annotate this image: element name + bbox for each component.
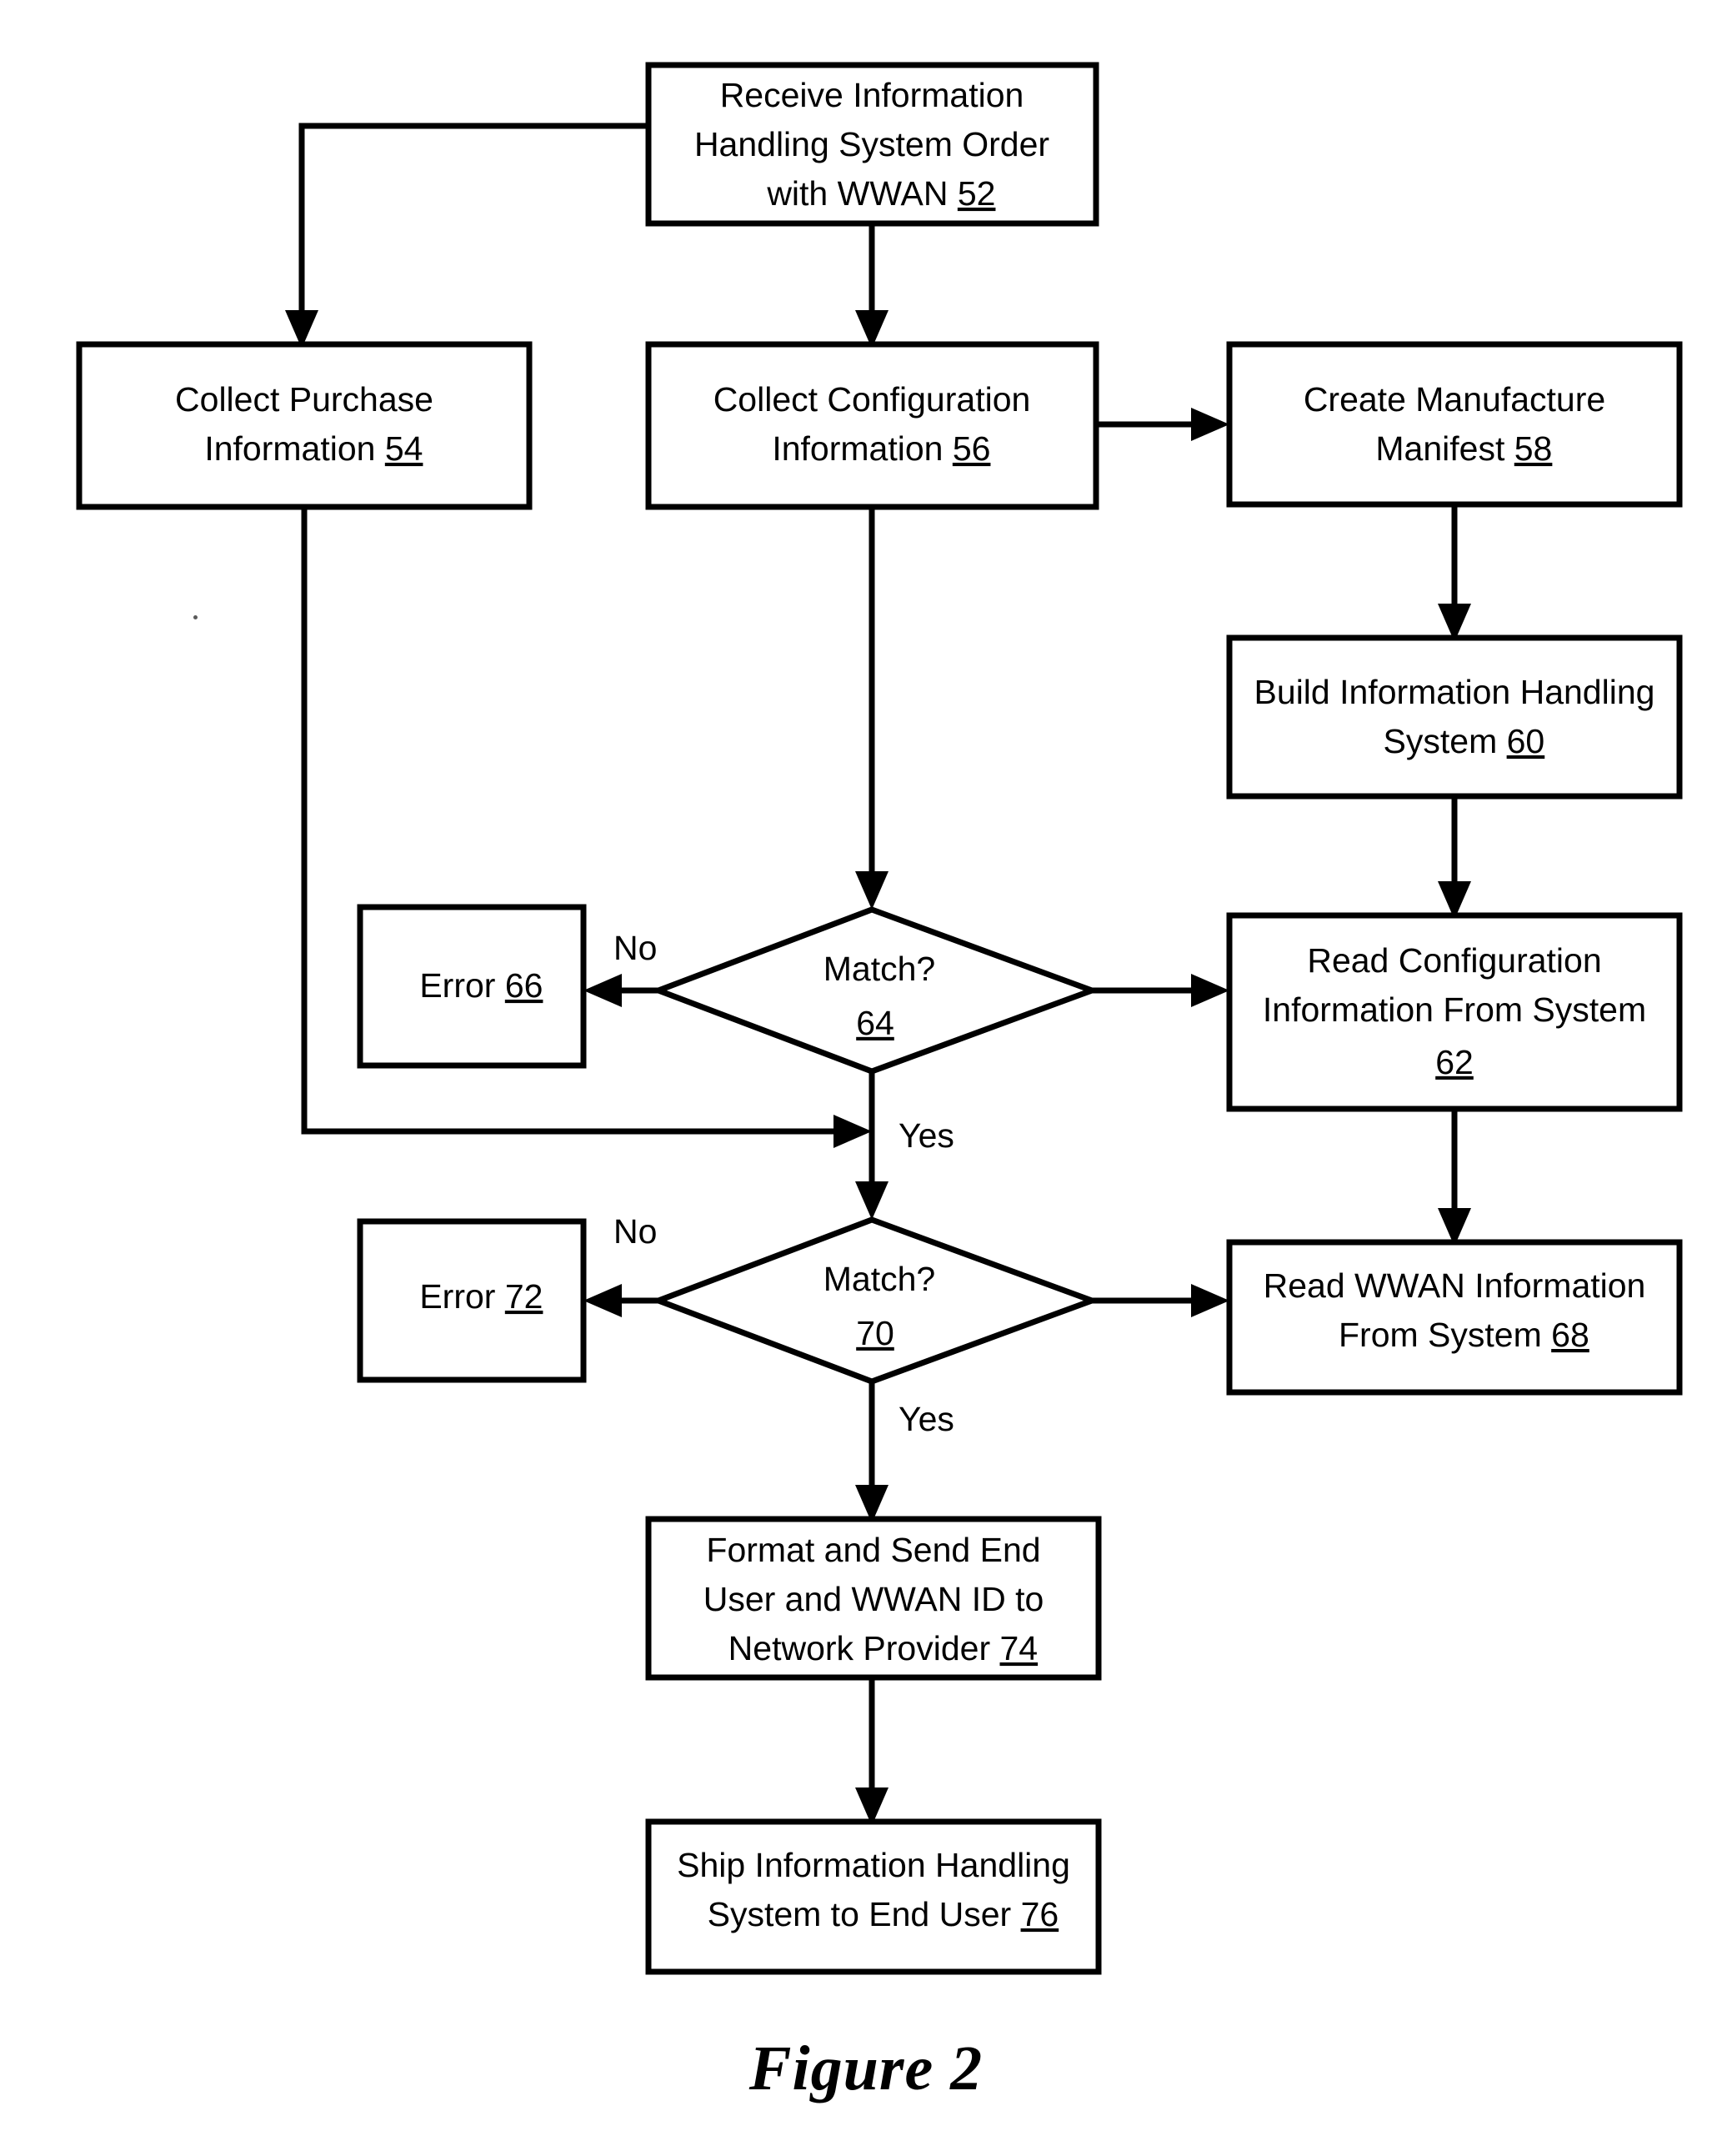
node-62-line2: Information From System (1263, 990, 1646, 1029)
node-70-ref: 70 (856, 1314, 894, 1352)
figure-canvas: Receive Information Handling System Orde… (0, 0, 1732, 2156)
node-54-line2: Information 54 (119, 429, 489, 468)
edge-70-to-68-arrowhead (1191, 1284, 1229, 1317)
node-68-ref: 68 (1551, 1316, 1589, 1354)
node-56-line1: Collect Configuration (713, 380, 1031, 419)
edge-56-to-64-arrowhead (855, 871, 889, 910)
node-ship-system-76[interactable]: Ship Information Handling System to End … (622, 1818, 1125, 1975)
node-76-line2: System to End User 76 (622, 1895, 1125, 1933)
scan-artifact-speck (193, 615, 198, 619)
node-74-line2: User and WWAN ID to (703, 1580, 1044, 1618)
node-60-line1: Build Information Handling (1254, 673, 1655, 711)
node-60-ref: 60 (1507, 722, 1545, 760)
node-format-send-74[interactable]: Format and Send End User and WWAN ID to … (643, 1516, 1104, 1681)
node-58-ref: 58 (1514, 429, 1553, 468)
node-create-manufacture-manifest-58[interactable]: Create Manufacture Manifest 58 (1226, 341, 1683, 508)
node-58-line2-text: Manifest (1375, 429, 1514, 468)
node-62-ref: 62 (1435, 1043, 1474, 1081)
edge-label-no-64: No (613, 929, 657, 967)
node-68-line2: From System 68 (1253, 1316, 1655, 1354)
node-build-system-60[interactable]: Build Information Handling System 60 (1226, 634, 1683, 800)
node-read-wwan-68[interactable]: Read WWAN Information From System 68 (1226, 1239, 1683, 1396)
node-68-line1: Read WWAN Information (1264, 1266, 1646, 1305)
node-58-line2: Manifest 58 (1290, 429, 1619, 468)
node-74-ref: 74 (1000, 1629, 1039, 1667)
edge-label-yes-70: Yes (899, 1400, 954, 1438)
node-68-line2-text: From System (1339, 1316, 1551, 1354)
edge-label-yes-64: Yes (899, 1116, 954, 1155)
node-62-line1: Read Configuration (1307, 941, 1601, 980)
node-64-line1: Match? (823, 950, 935, 988)
node-error-66[interactable]: Error 66 (334, 904, 609, 1069)
node-read-configuration-62[interactable]: Read Configuration Information From Syst… (1226, 912, 1683, 1112)
node-54-line2-text: Information (204, 429, 385, 468)
edge-52-to-54 (298, 123, 648, 329)
node-56-line2: Information 56 (687, 429, 1057, 468)
node-58-line1: Create Manufacture (1304, 380, 1605, 419)
node-52-line3: with WWAN 52 (682, 174, 1062, 213)
node-54-line1: Collect Purchase (175, 380, 433, 419)
node-64-diamond[interactable] (650, 906, 1101, 1075)
node-56-line2-text: Information (772, 429, 953, 468)
node-70-line1: Match? (823, 1260, 935, 1298)
node-52-line2: Handling System Order (694, 125, 1049, 163)
node-60-line2: System 60 (1298, 722, 1611, 760)
node-74-line1: Format and Send End (706, 1531, 1040, 1569)
edge-label-no-70: No (613, 1212, 657, 1251)
node-66-ref: 66 (505, 966, 543, 1005)
node-72-line1-text: Error (419, 1277, 505, 1316)
node-74-line3-text: Network Provider (728, 1629, 1000, 1667)
node-64-ref: 64 (856, 1004, 894, 1042)
node-52-line3-text: with WWAN (766, 174, 958, 213)
node-52-line1: Receive Information (720, 76, 1024, 114)
node-72-ref: 72 (505, 1277, 543, 1316)
node-60-box[interactable] (1226, 634, 1683, 800)
node-error-72[interactable]: Error 72 (334, 1218, 609, 1383)
edge-64-to-70-arrowhead (855, 1181, 889, 1220)
node-56-ref: 56 (953, 429, 991, 468)
node-66-line1: Error 66 (334, 966, 609, 1005)
node-54-box[interactable] (76, 341, 533, 510)
figure-caption: Figure 2 (748, 2033, 984, 2103)
node-collect-configuration-56[interactable]: Collect Configuration Information 56 (645, 341, 1099, 510)
edge-64-to-62-arrowhead (1191, 974, 1229, 1007)
node-54-ref: 54 (385, 429, 423, 468)
node-66-line1-text: Error (419, 966, 505, 1005)
node-collect-purchase-54[interactable]: Collect Purchase Information 54 (76, 341, 533, 510)
edge-56-to-58-arrowhead (1191, 408, 1229, 441)
node-74-line3: Network Provider 74 (643, 1629, 1104, 1667)
node-76-ref: 76 (1021, 1895, 1059, 1933)
node-58-box[interactable] (1226, 341, 1683, 508)
edge-54-to-yes-junction-arrowhead (833, 1115, 872, 1148)
node-52-ref: 52 (958, 174, 996, 213)
node-70-diamond[interactable] (650, 1216, 1101, 1385)
node-76-line1: Ship Information Handling (677, 1846, 1070, 1884)
node-60-line2-text: System (1384, 722, 1507, 760)
flowchart-svg: Receive Information Handling System Orde… (76, 62, 1683, 1975)
node-56-box[interactable] (645, 341, 1099, 510)
node-receive-order-52[interactable]: Receive Information Handling System Orde… (645, 62, 1099, 227)
node-76-line2-text: System to End User (708, 1895, 1021, 1933)
node-72-line1: Error 72 (334, 1277, 609, 1316)
node-match-decision-70[interactable]: Match? 70 (650, 1216, 1101, 1385)
node-match-decision-64[interactable]: Match? 64 (650, 906, 1101, 1075)
